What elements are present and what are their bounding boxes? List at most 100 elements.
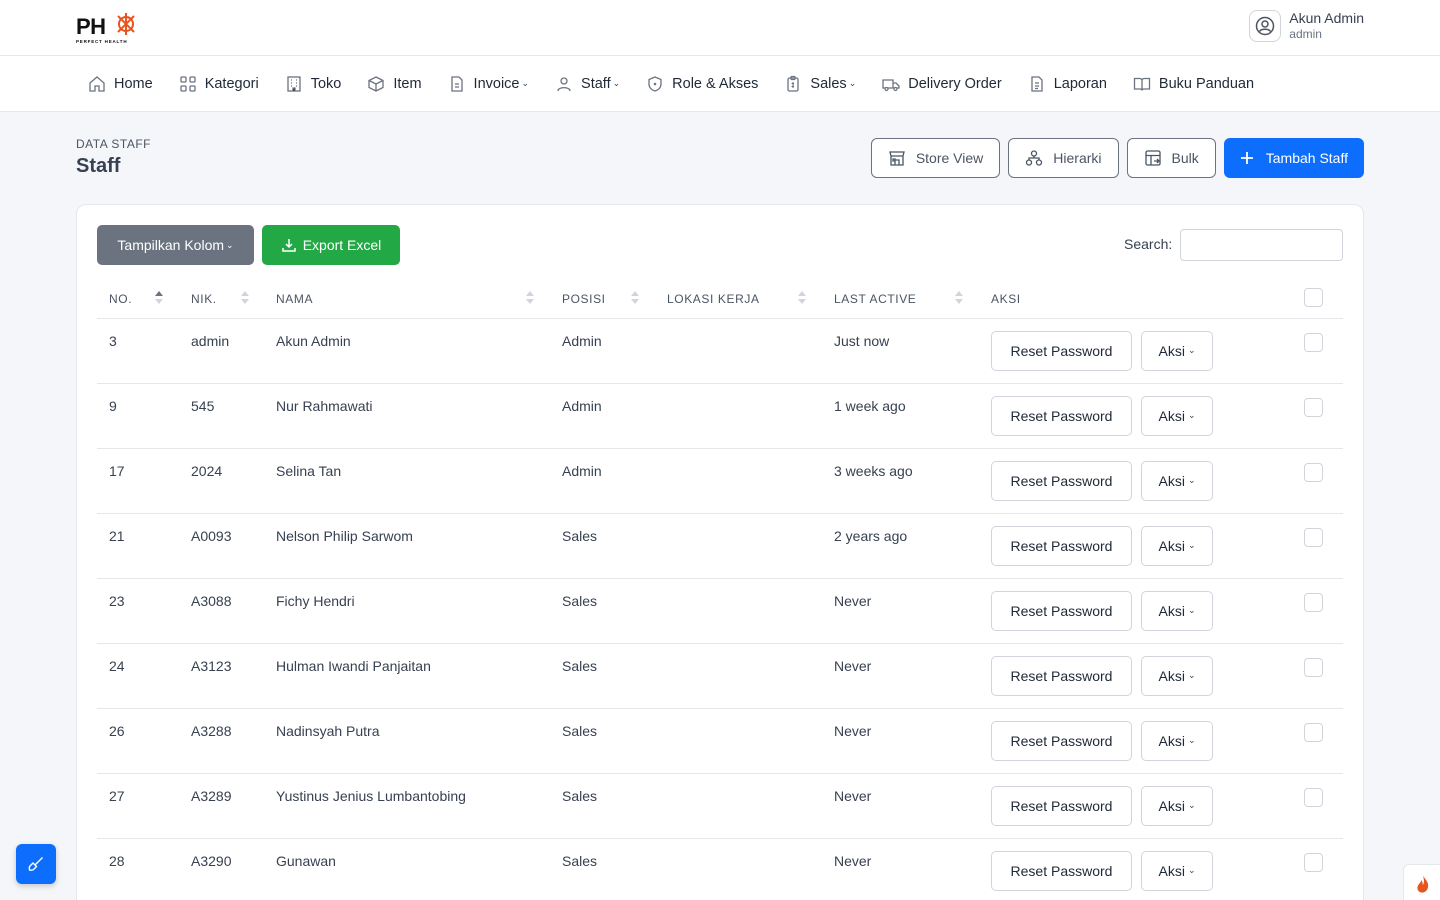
row-checkbox[interactable] bbox=[1304, 852, 1323, 872]
nav-item-role-akses[interactable]: Role & Akses bbox=[646, 75, 758, 93]
cell-aksi: Reset Password Aksi ⌄ bbox=[979, 318, 1292, 384]
cell-nama: Gunawan bbox=[264, 838, 550, 900]
bulk-button[interactable]: Bulk bbox=[1126, 138, 1216, 178]
reset-password-button[interactable]: Reset Password bbox=[991, 720, 1132, 761]
cell-nama: Akun Admin bbox=[264, 318, 550, 384]
logo-tagline: PERFECT HEALTH bbox=[76, 39, 128, 44]
chevron-down-icon: ⌄ bbox=[1187, 345, 1196, 355]
cell-no: 17 bbox=[97, 448, 179, 514]
nav-item-laporan[interactable]: Laporan bbox=[1028, 75, 1107, 93]
clipboard-icon bbox=[787, 75, 800, 92]
hierarki-button[interactable]: Hierarki bbox=[1008, 138, 1119, 178]
table-row: 26 A3288 Nadinsyah Putra Sales Never Reset Pa… bbox=[97, 708, 1343, 774]
row-checkbox[interactable] bbox=[1304, 527, 1323, 547]
row-checkbox[interactable] bbox=[1304, 787, 1323, 807]
sort-icon bbox=[526, 290, 534, 306]
chevron-down-icon: ⌄ bbox=[1187, 670, 1196, 680]
reset-password-button[interactable]: Reset Password bbox=[991, 525, 1132, 566]
cell-posisi: Sales bbox=[550, 578, 655, 644]
cell-lokasi bbox=[655, 383, 822, 449]
chevron-down-icon: ⌄ bbox=[226, 239, 234, 250]
cell-no: 23 bbox=[97, 578, 179, 644]
cell-nama: Nelson Philip Sarwom bbox=[264, 513, 550, 579]
col-header-nik[interactable]: NIK. bbox=[179, 281, 264, 319]
chevron-down-icon: ⌄ bbox=[1187, 605, 1196, 615]
row-checkbox[interactable] bbox=[1304, 332, 1323, 352]
aksi-dropdown-button[interactable]: Aksi ⌄ bbox=[1141, 330, 1213, 371]
top-header: PH PERFECT HEALTH Akun Admin admin bbox=[0, 0, 1440, 56]
table-row: 21 A0093 Nelson Philip Sarwom Sales 2 years … bbox=[97, 513, 1343, 579]
aksi-dropdown-button[interactable]: Aksi ⌄ bbox=[1141, 395, 1213, 436]
nav-item-kategori[interactable]: Kategori bbox=[179, 75, 259, 93]
reset-password-button[interactable]: Reset Password bbox=[991, 460, 1132, 501]
col-header-no[interactable]: NO. bbox=[97, 281, 179, 319]
aksi-dropdown-button[interactable]: Aksi ⌄ bbox=[1141, 460, 1213, 501]
row-checkbox[interactable] bbox=[1304, 462, 1323, 482]
nav-item-home[interactable]: Home bbox=[88, 75, 153, 93]
cell-select bbox=[1292, 513, 1343, 579]
cell-last-active: Never bbox=[822, 643, 979, 709]
brand-logo[interactable]: PH PERFECT HEALTH bbox=[76, 12, 140, 46]
table-row: 3 admin Akun Admin Admin Just now Reset Passw… bbox=[97, 318, 1343, 384]
nav-item-sales[interactable]: Sales ⌄ bbox=[784, 75, 856, 93]
cell-nik: A3288 bbox=[179, 708, 264, 774]
chevron-down-icon: ⌄ bbox=[1187, 540, 1196, 550]
row-checkbox[interactable] bbox=[1304, 592, 1323, 612]
reset-password-button[interactable]: Reset Password bbox=[991, 330, 1132, 371]
search-input[interactable] bbox=[1180, 229, 1343, 261]
reset-password-button[interactable]: Reset Password bbox=[991, 655, 1132, 696]
chevron-down-icon: ⌄ bbox=[612, 78, 621, 88]
col-header-last-active[interactable]: LAST ACTIVE bbox=[822, 281, 979, 319]
aksi-dropdown-button[interactable]: Aksi ⌄ bbox=[1141, 655, 1213, 696]
row-checkbox[interactable] bbox=[1304, 722, 1323, 742]
nav-item-staff[interactable]: Staff ⌄ bbox=[555, 75, 620, 93]
cell-aksi: Reset Password Aksi ⌄ bbox=[979, 838, 1292, 900]
aksi-dropdown-button[interactable]: Aksi ⌄ bbox=[1141, 590, 1213, 631]
nav-item-item[interactable]: Item bbox=[367, 75, 422, 93]
nav-label: Item bbox=[393, 75, 422, 92]
nav-item-toko[interactable]: Toko bbox=[285, 75, 341, 93]
aksi-dropdown-button[interactable]: Aksi ⌄ bbox=[1141, 850, 1213, 891]
reset-password-button[interactable]: Reset Password bbox=[991, 850, 1132, 891]
aksi-dropdown-button[interactable]: Aksi ⌄ bbox=[1141, 785, 1213, 826]
nav-item-delivery-order[interactable]: Delivery Order bbox=[882, 75, 1002, 93]
export-excel-button[interactable]: Export Excel bbox=[262, 225, 400, 265]
col-header-lokasi[interactable]: LOKASI KERJA bbox=[655, 281, 822, 319]
store-icon bbox=[888, 151, 905, 166]
row-checkbox[interactable] bbox=[1304, 657, 1323, 677]
logo-text: PH bbox=[76, 14, 106, 39]
select-all-checkbox[interactable] bbox=[1304, 288, 1323, 308]
debug-toolbar-badge[interactable] bbox=[1403, 864, 1440, 900]
floating-tool-button[interactable] bbox=[16, 844, 56, 884]
report-icon bbox=[1031, 75, 1043, 92]
user-menu[interactable]: Akun Admin admin bbox=[1249, 10, 1364, 42]
avatar[interactable] bbox=[1249, 10, 1282, 42]
tambah-staff-button[interactable]: Tambah Staff bbox=[1223, 138, 1364, 178]
nav-item-invoice[interactable]: Invoice ⌄ bbox=[448, 75, 529, 93]
row-checkbox[interactable] bbox=[1304, 397, 1323, 417]
aksi-dropdown-button[interactable]: Aksi ⌄ bbox=[1141, 720, 1213, 761]
cell-select bbox=[1292, 318, 1343, 384]
main-nav: Home Kategori Toko Item Invoice ⌄ Staff ⌄ … bbox=[0, 56, 1440, 112]
cell-lokasi bbox=[655, 643, 822, 709]
col-header-nama[interactable]: NAMA bbox=[264, 281, 550, 319]
nav-item-buku-panduan[interactable]: Buku Panduan bbox=[1133, 75, 1254, 93]
cell-last-active: Never bbox=[822, 578, 979, 644]
cell-no: 24 bbox=[97, 643, 179, 709]
tampilkan-kolom-button[interactable]: Tampilkan Kolom ⌄ bbox=[97, 225, 254, 265]
plus-icon bbox=[1240, 152, 1253, 164]
page-title: Staff bbox=[76, 155, 121, 177]
table-row: 17 2024 Selina Tan Admin 3 weeks ago Reset Pa… bbox=[97, 448, 1343, 514]
user-role: admin bbox=[1289, 27, 1322, 41]
reset-password-button[interactable]: Reset Password bbox=[991, 785, 1132, 826]
table-import-icon bbox=[1144, 150, 1161, 166]
sort-icon bbox=[798, 290, 806, 306]
cell-lokasi bbox=[655, 448, 822, 514]
col-header-posisi[interactable]: POSISI bbox=[550, 281, 655, 319]
nav-label: Kategori bbox=[204, 75, 259, 92]
chevron-down-icon: ⌄ bbox=[1187, 475, 1196, 485]
reset-password-button[interactable]: Reset Password bbox=[991, 590, 1132, 631]
aksi-dropdown-button[interactable]: Aksi ⌄ bbox=[1141, 525, 1213, 566]
store-view-button[interactable]: Store View bbox=[870, 138, 1001, 178]
reset-password-button[interactable]: Reset Password bbox=[991, 395, 1132, 436]
